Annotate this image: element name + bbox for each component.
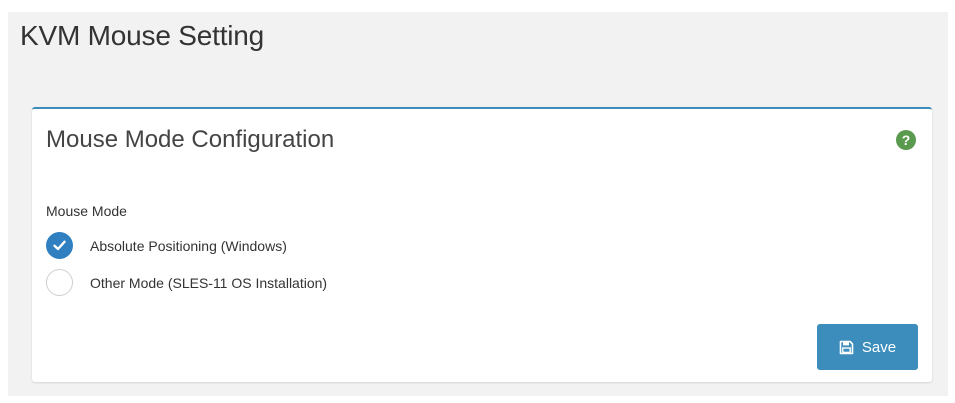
mouse-mode-panel: Mouse Mode Configuration ? Mouse Mode Ab… [32,107,932,382]
page-background: KVM Mouse Setting Mouse Mode Configurati… [8,12,948,396]
help-icon-glyph: ? [901,132,911,148]
page-title: KVM Mouse Setting [20,20,265,51]
checkmark-icon [53,240,66,251]
floppy-disk-icon [839,340,854,355]
radio-unchecked-icon[interactable] [46,269,73,296]
mouse-mode-label: Mouse Mode [46,203,127,219]
radio-option-other[interactable]: Other Mode (SLES-11 OS Installation) [46,269,327,296]
save-button-label: Save [861,338,897,356]
panel-title: Mouse Mode Configuration [46,126,335,153]
radio-label-absolute: Absolute Positioning (Windows) [90,237,287,254]
save-button[interactable]: Save [817,324,918,370]
radio-option-absolute[interactable]: Absolute Positioning (Windows) [46,232,287,259]
radio-label-other: Other Mode (SLES-11 OS Installation) [90,274,328,291]
radio-checked-icon[interactable] [46,232,73,259]
question-circle-icon[interactable]: ? [896,130,916,150]
